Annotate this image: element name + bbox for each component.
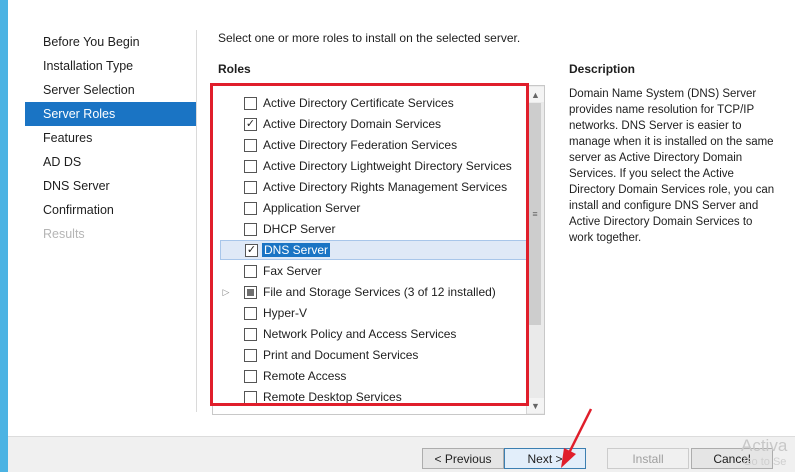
role-checkbox[interactable] bbox=[244, 96, 257, 110]
nav-item-dns-server[interactable]: DNS Server bbox=[25, 174, 196, 198]
role-row[interactable]: Active Directory Federation Services bbox=[220, 135, 529, 155]
role-label: Fax Server bbox=[263, 264, 322, 278]
role-checkbox[interactable]: ✓ bbox=[244, 117, 257, 131]
activation-watermark-sub: Go to Se bbox=[743, 456, 787, 468]
roles-listbox[interactable]: Active Directory Certificate Services ✓ Ac… bbox=[212, 85, 545, 415]
role-label: DNS Server bbox=[262, 243, 331, 257]
role-row[interactable]: DHCP Server bbox=[220, 219, 529, 239]
role-row[interactable]: Network Policy and Access Services bbox=[220, 324, 529, 344]
role-row[interactable]: ▷ File and Storage Services (3 of 12 inst… bbox=[220, 282, 529, 302]
role-row[interactable]: Application Server bbox=[220, 198, 529, 218]
nav-item-ad-ds[interactable]: AD DS bbox=[25, 150, 196, 174]
nav-divider bbox=[196, 30, 197, 412]
nav-item-before-you-begin[interactable]: Before You Begin bbox=[25, 30, 196, 54]
role-row[interactable]: Active Directory Rights Management Servi… bbox=[220, 177, 529, 197]
scroll-down-icon[interactable]: ▼ bbox=[527, 398, 544, 413]
nav-item-installation-type[interactable]: Installation Type bbox=[25, 54, 196, 78]
role-row[interactable]: Print and Document Services bbox=[220, 345, 529, 365]
role-checkbox[interactable] bbox=[244, 327, 257, 341]
activation-watermark: Activa bbox=[741, 436, 788, 455]
role-checkbox[interactable] bbox=[244, 138, 257, 152]
scroll-up-icon[interactable]: ▲ bbox=[527, 87, 544, 102]
scrollbar-thumb[interactable]: ≡ bbox=[529, 103, 541, 325]
nav-item-results: Results bbox=[43, 227, 85, 241]
role-label: Active Directory Federation Services bbox=[263, 138, 458, 152]
button-bar: < Previous Next > Install Cancel bbox=[8, 436, 795, 472]
role-label: File and Storage Services (3 of 12 insta… bbox=[263, 285, 496, 299]
expand-arrow-icon[interactable]: ▷ bbox=[222, 282, 230, 302]
role-checkbox[interactable]: ✓ bbox=[245, 243, 258, 257]
role-checkbox[interactable] bbox=[244, 348, 257, 362]
role-row[interactable]: Remote Access bbox=[220, 366, 529, 386]
nav-item-confirmation[interactable]: Confirmation bbox=[25, 198, 196, 222]
install-button[interactable]: Install bbox=[607, 448, 689, 469]
role-label: DHCP Server bbox=[263, 222, 336, 236]
role-label: Remote Desktop Services bbox=[263, 390, 402, 404]
role-checkbox[interactable] bbox=[244, 264, 257, 278]
role-row[interactable]: Fax Server bbox=[220, 261, 529, 281]
roles-heading: Roles bbox=[218, 62, 251, 76]
partial-checkbox[interactable] bbox=[244, 285, 257, 299]
role-label: Active Directory Domain Services bbox=[263, 117, 442, 131]
role-checkbox[interactable] bbox=[244, 390, 257, 404]
nav-item-features[interactable]: Features bbox=[25, 126, 196, 150]
role-checkbox[interactable] bbox=[244, 222, 257, 236]
role-row[interactable]: Active Directory Lightweight Directory S… bbox=[220, 156, 529, 176]
role-label: Network Policy and Access Services bbox=[263, 327, 457, 341]
wizard-window: Before You Begin Installation Type Server … bbox=[8, 0, 795, 472]
role-label: Active Directory Certificate Services bbox=[263, 96, 454, 110]
role-label: Active Directory Rights Management Servi… bbox=[263, 180, 508, 194]
grip-icon: ≡ bbox=[532, 209, 538, 219]
role-row[interactable]: Hyper-V bbox=[220, 303, 529, 323]
role-row[interactable]: Remote Desktop Services bbox=[220, 387, 529, 407]
description-text: Domain Name System (DNS) Server provides… bbox=[569, 88, 775, 244]
role-checkbox[interactable] bbox=[244, 369, 257, 383]
next-button[interactable]: Next > bbox=[504, 448, 586, 469]
role-label: Application Server bbox=[263, 201, 361, 215]
role-checkbox[interactable] bbox=[244, 159, 257, 173]
role-label: Print and Document Services bbox=[263, 348, 419, 362]
role-checkbox[interactable] bbox=[244, 201, 257, 215]
role-row[interactable]: ✓ Active Directory Domain Services bbox=[220, 114, 529, 134]
role-label: Remote Access bbox=[263, 369, 347, 383]
role-row[interactable]: Active Directory Certificate Services bbox=[220, 93, 529, 113]
roles-scrollbar[interactable]: ▲ ≡ ▼ bbox=[526, 86, 544, 414]
role-checkbox[interactable] bbox=[244, 306, 257, 320]
role-row[interactable]: ✓ DNS Server bbox=[220, 240, 531, 260]
instruction-text: Select one or more roles to install on t… bbox=[218, 31, 521, 45]
nav-item-server-selection[interactable]: Server Selection bbox=[25, 78, 196, 102]
wizard-nav: Before You Begin Installation Type Server … bbox=[25, 30, 196, 246]
role-label: Active Directory Lightweight Directory S… bbox=[263, 159, 512, 173]
role-checkbox[interactable] bbox=[244, 180, 257, 194]
previous-button[interactable]: < Previous bbox=[422, 448, 504, 469]
description-heading: Description bbox=[569, 62, 636, 76]
role-label: Hyper-V bbox=[263, 306, 308, 320]
nav-item-server-roles[interactable]: Server Roles bbox=[25, 102, 196, 126]
